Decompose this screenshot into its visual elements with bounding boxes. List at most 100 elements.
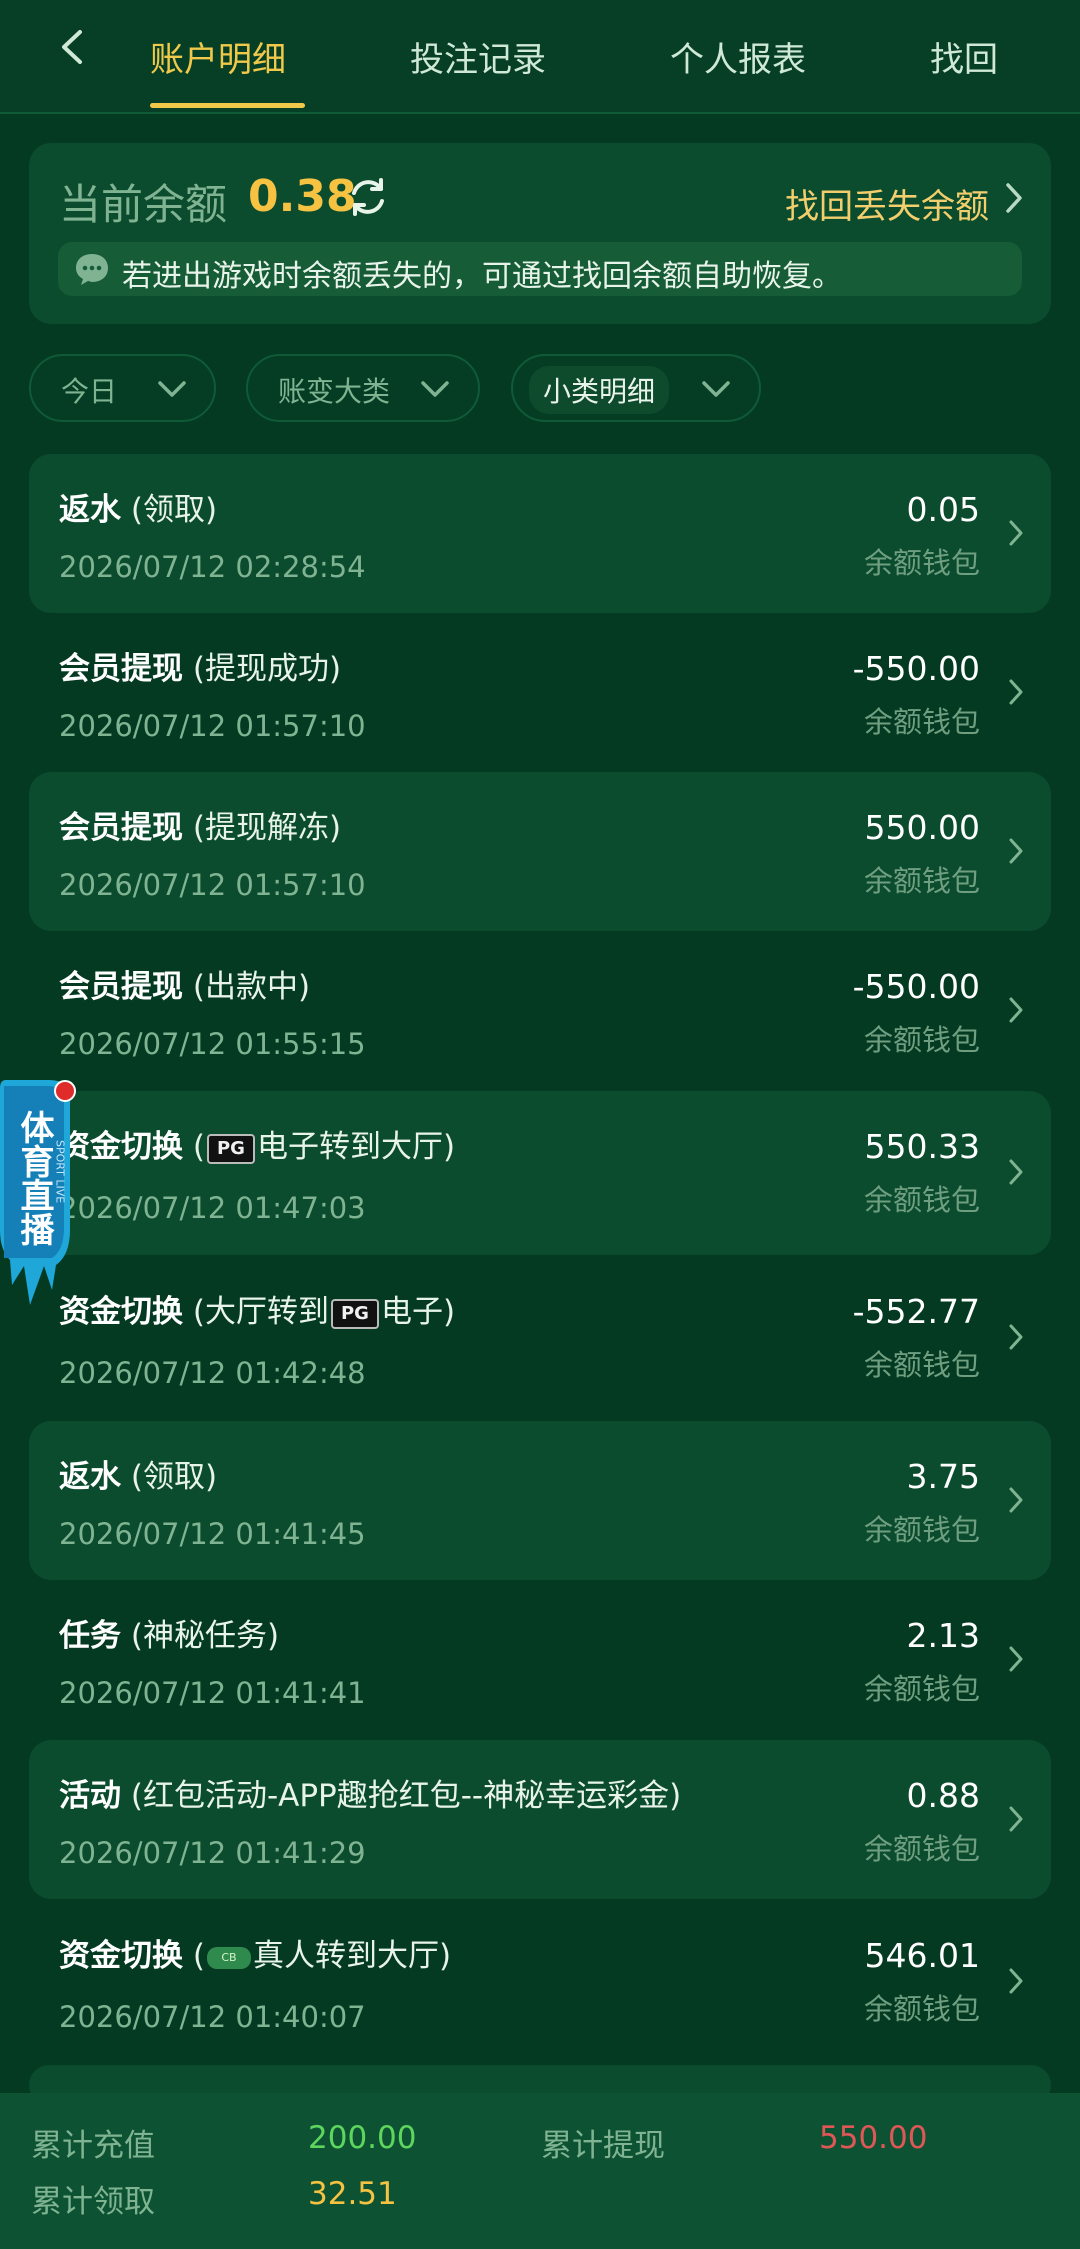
recover-balance-link[interactable]: 找回丢失余额: [785, 179, 989, 228]
recharge-label: 累计充值: [31, 2128, 155, 2164]
summary-bar: 累计充值 200.00 累计提现 550.00 累计领取 32.51: [0, 2093, 1080, 2249]
record-amount: 546.01: [864, 1936, 980, 1975]
record-title: 任务 (神秘任务): [59, 1610, 279, 1655]
tab-account-details[interactable]: 账户明细: [150, 32, 286, 81]
claim-label: 累计领取: [31, 2184, 155, 2220]
record-amount: 3.75: [906, 1457, 980, 1496]
record-wallet: 余额钱包: [863, 1348, 980, 1382]
list-item[interactable]: 资金切换 (PG 电子转到大厅) 2026/07/12 01:47:03 550.…: [29, 1091, 1051, 1255]
record-time: 2026/07/12 02:28:54: [59, 550, 366, 584]
refresh-icon[interactable]: [347, 175, 389, 219]
chevron-right-icon: [1009, 1646, 1023, 1672]
chevron-right-icon: [1009, 1968, 1023, 1994]
record-title: 资金切换 (大厅转到 PG 电子): [59, 1286, 455, 1331]
tab-bar: 账户明细 投注记录 个人报表 找回: [0, 0, 1080, 114]
record-detail-suffix: 电子): [380, 1294, 456, 1330]
record-title: 返水 (领取): [59, 1451, 217, 1496]
record-title: 返水 (领取): [59, 484, 217, 529]
record-detail: (出款中): [192, 969, 311, 1005]
list-item[interactable]: 资金切换 (大厅转到 PG 电子) 2026/07/12 01:42:48 -552…: [29, 1256, 1051, 1420]
record-time: 2026/07/12 01:41:45: [59, 1517, 366, 1551]
chevron-down-icon: [158, 381, 186, 397]
chevron-right-icon: [1009, 1487, 1023, 1513]
chevron-right-icon: [1009, 679, 1023, 705]
tab-underline: [150, 103, 305, 108]
record-wallet: 余额钱包: [863, 1672, 980, 1706]
record-type: 资金切换: [59, 1938, 183, 1974]
record-amount: 0.88: [906, 1776, 980, 1815]
period-filter[interactable]: 今日: [29, 354, 216, 422]
list-item[interactable]: 活动 (红包活动-APP趣抢红包--神秘幸运彩金) 2026/07/12 01:…: [29, 1740, 1051, 1899]
balance-label: 当前余额: [59, 180, 228, 229]
record-amount: -550.00: [852, 649, 980, 688]
record-time: 2026/07/12 01:41:41: [59, 1676, 366, 1710]
record-type: 会员提现: [59, 651, 183, 687]
record-time: 2026/07/12 01:57:10: [59, 868, 366, 902]
major-category-filter[interactable]: 账变大类: [246, 354, 480, 422]
record-detail: (提现解冻): [192, 810, 342, 846]
recharge-value: 200.00: [308, 2120, 417, 2156]
pg-logo: PG: [206, 1133, 255, 1164]
record-time: 2026/07/12 01:47:03: [59, 1191, 366, 1225]
record-type: 返水: [59, 492, 121, 528]
record-wallet: 余额钱包: [863, 1832, 980, 1866]
chevron-right-icon: [1009, 520, 1023, 546]
tab-recover[interactable]: 找回: [930, 32, 998, 81]
record-type: 任务: [59, 1618, 121, 1654]
list-item[interactable]: 任务 (神秘任务) 2026/07/12 01:41:41 2.13 余额钱包: [29, 1580, 1051, 1739]
record-amount: -552.77: [852, 1292, 980, 1331]
list-item[interactable]: 会员提现 (提现解冻) 2026/07/12 01:57:10 550.00 余…: [29, 772, 1051, 931]
minor-category-filter[interactable]: 小类明细: [511, 354, 761, 422]
record-wallet: 余额钱包: [863, 1183, 980, 1217]
record-detail: (神秘任务): [130, 1618, 280, 1654]
record-detail: (领取): [130, 1459, 218, 1495]
record-title: 资金切换 (CB 真人转到大厅): [59, 1930, 451, 1975]
balance-value: 0.38: [248, 171, 357, 222]
sport-live-label: 体育直播: [14, 1110, 54, 1246]
record-wallet: 余额钱包: [863, 1023, 980, 1057]
live-casino-logo: CB: [206, 1946, 251, 1969]
notice-text: 若进出游戏时余额丢失的，可通过找回余额自助恢复。: [122, 259, 842, 294]
record-detail-suffix: 电子转到大厅): [256, 1129, 456, 1165]
withdraw-value: 550.00: [819, 2120, 928, 2156]
tab-personal-report[interactable]: 个人报表: [670, 32, 806, 81]
chevron-right-icon: [1009, 1159, 1023, 1185]
record-detail-prefix: (: [192, 1129, 205, 1165]
list-item[interactable]: 会员提现 (提现成功) 2026/07/12 01:57:10 -550.00 …: [29, 613, 1051, 772]
recover-notice: 若进出游戏时余额丢失的，可通过找回余额自助恢复。: [58, 242, 1022, 296]
record-type: 活动: [59, 1778, 121, 1814]
list-item[interactable]: 会员提现 (出款中) 2026/07/12 01:55:15 -550.00 余…: [29, 931, 1051, 1090]
pg-logo: PG: [330, 1298, 379, 1329]
record-title: 会员提现 (提现解冻): [59, 802, 341, 847]
chevron-right-icon: [1009, 1324, 1023, 1350]
record-detail-suffix: 真人转到大厅): [252, 1938, 452, 1974]
record-detail-prefix: (大厅转到: [192, 1294, 329, 1330]
record-detail: (红包活动-APP趣抢红包--神秘幸运彩金): [130, 1778, 682, 1814]
sport-live-sub: SPORT LIVE: [54, 1140, 67, 1203]
record-time: 2026/07/12 01:57:10: [59, 709, 366, 743]
back-arrow-icon[interactable]: [52, 22, 92, 72]
chevron-down-icon: [702, 381, 730, 397]
chevron-right-icon: [1009, 838, 1023, 864]
record-type: 资金切换: [59, 1129, 183, 1165]
major-category-label: 账变大类: [278, 375, 391, 408]
list-item[interactable]: 资金切换 (CB 真人转到大厅) 2026/07/12 01:40:07 546.…: [29, 1900, 1051, 2064]
record-time: 2026/07/12 01:40:07: [59, 2000, 366, 2034]
balance-card: 当前余额 0.38 找回丢失余额 若进出游戏时余额丢失的，可通过找回余额自助恢复…: [29, 143, 1051, 324]
chevron-right-icon[interactable]: [1003, 181, 1025, 215]
record-type: 资金切换: [59, 1294, 183, 1330]
record-detail-prefix: (: [192, 1938, 205, 1974]
tab-bet-records[interactable]: 投注记录: [410, 32, 546, 81]
record-amount: 550.33: [864, 1127, 980, 1166]
period-filter-label: 今日: [61, 375, 118, 408]
sport-live-float-button[interactable]: 体育直播 SPORT LIVE: [0, 1080, 72, 1310]
list-item[interactable]: 返水 (领取) 2026/07/12 02:28:54 0.05 余额钱包: [29, 454, 1051, 613]
list-item[interactable]: 返水 (领取) 2026/07/12 01:41:45 3.75 余额钱包: [29, 1421, 1051, 1580]
record-time: 2026/07/12 01:55:15: [59, 1027, 366, 1061]
notification-dot: [54, 1080, 76, 1102]
record-detail: (领取): [130, 492, 218, 528]
record-title: 活动 (红包活动-APP趣抢红包--神秘幸运彩金): [59, 1770, 681, 1815]
record-detail: (提现成功): [192, 651, 342, 687]
record-wallet: 余额钱包: [863, 546, 980, 580]
record-amount: 0.05: [906, 490, 980, 529]
